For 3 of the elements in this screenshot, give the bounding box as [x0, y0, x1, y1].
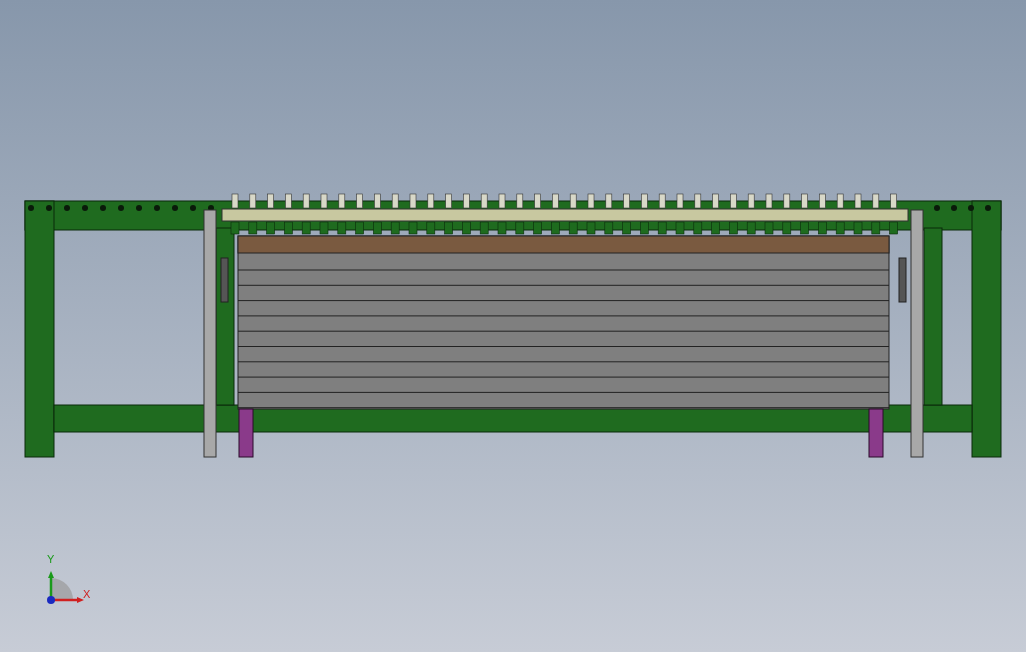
- y-axis-label: Y: [47, 554, 55, 565]
- axis-triad-icon: [45, 570, 85, 606]
- x-axis-label: X: [83, 589, 91, 600]
